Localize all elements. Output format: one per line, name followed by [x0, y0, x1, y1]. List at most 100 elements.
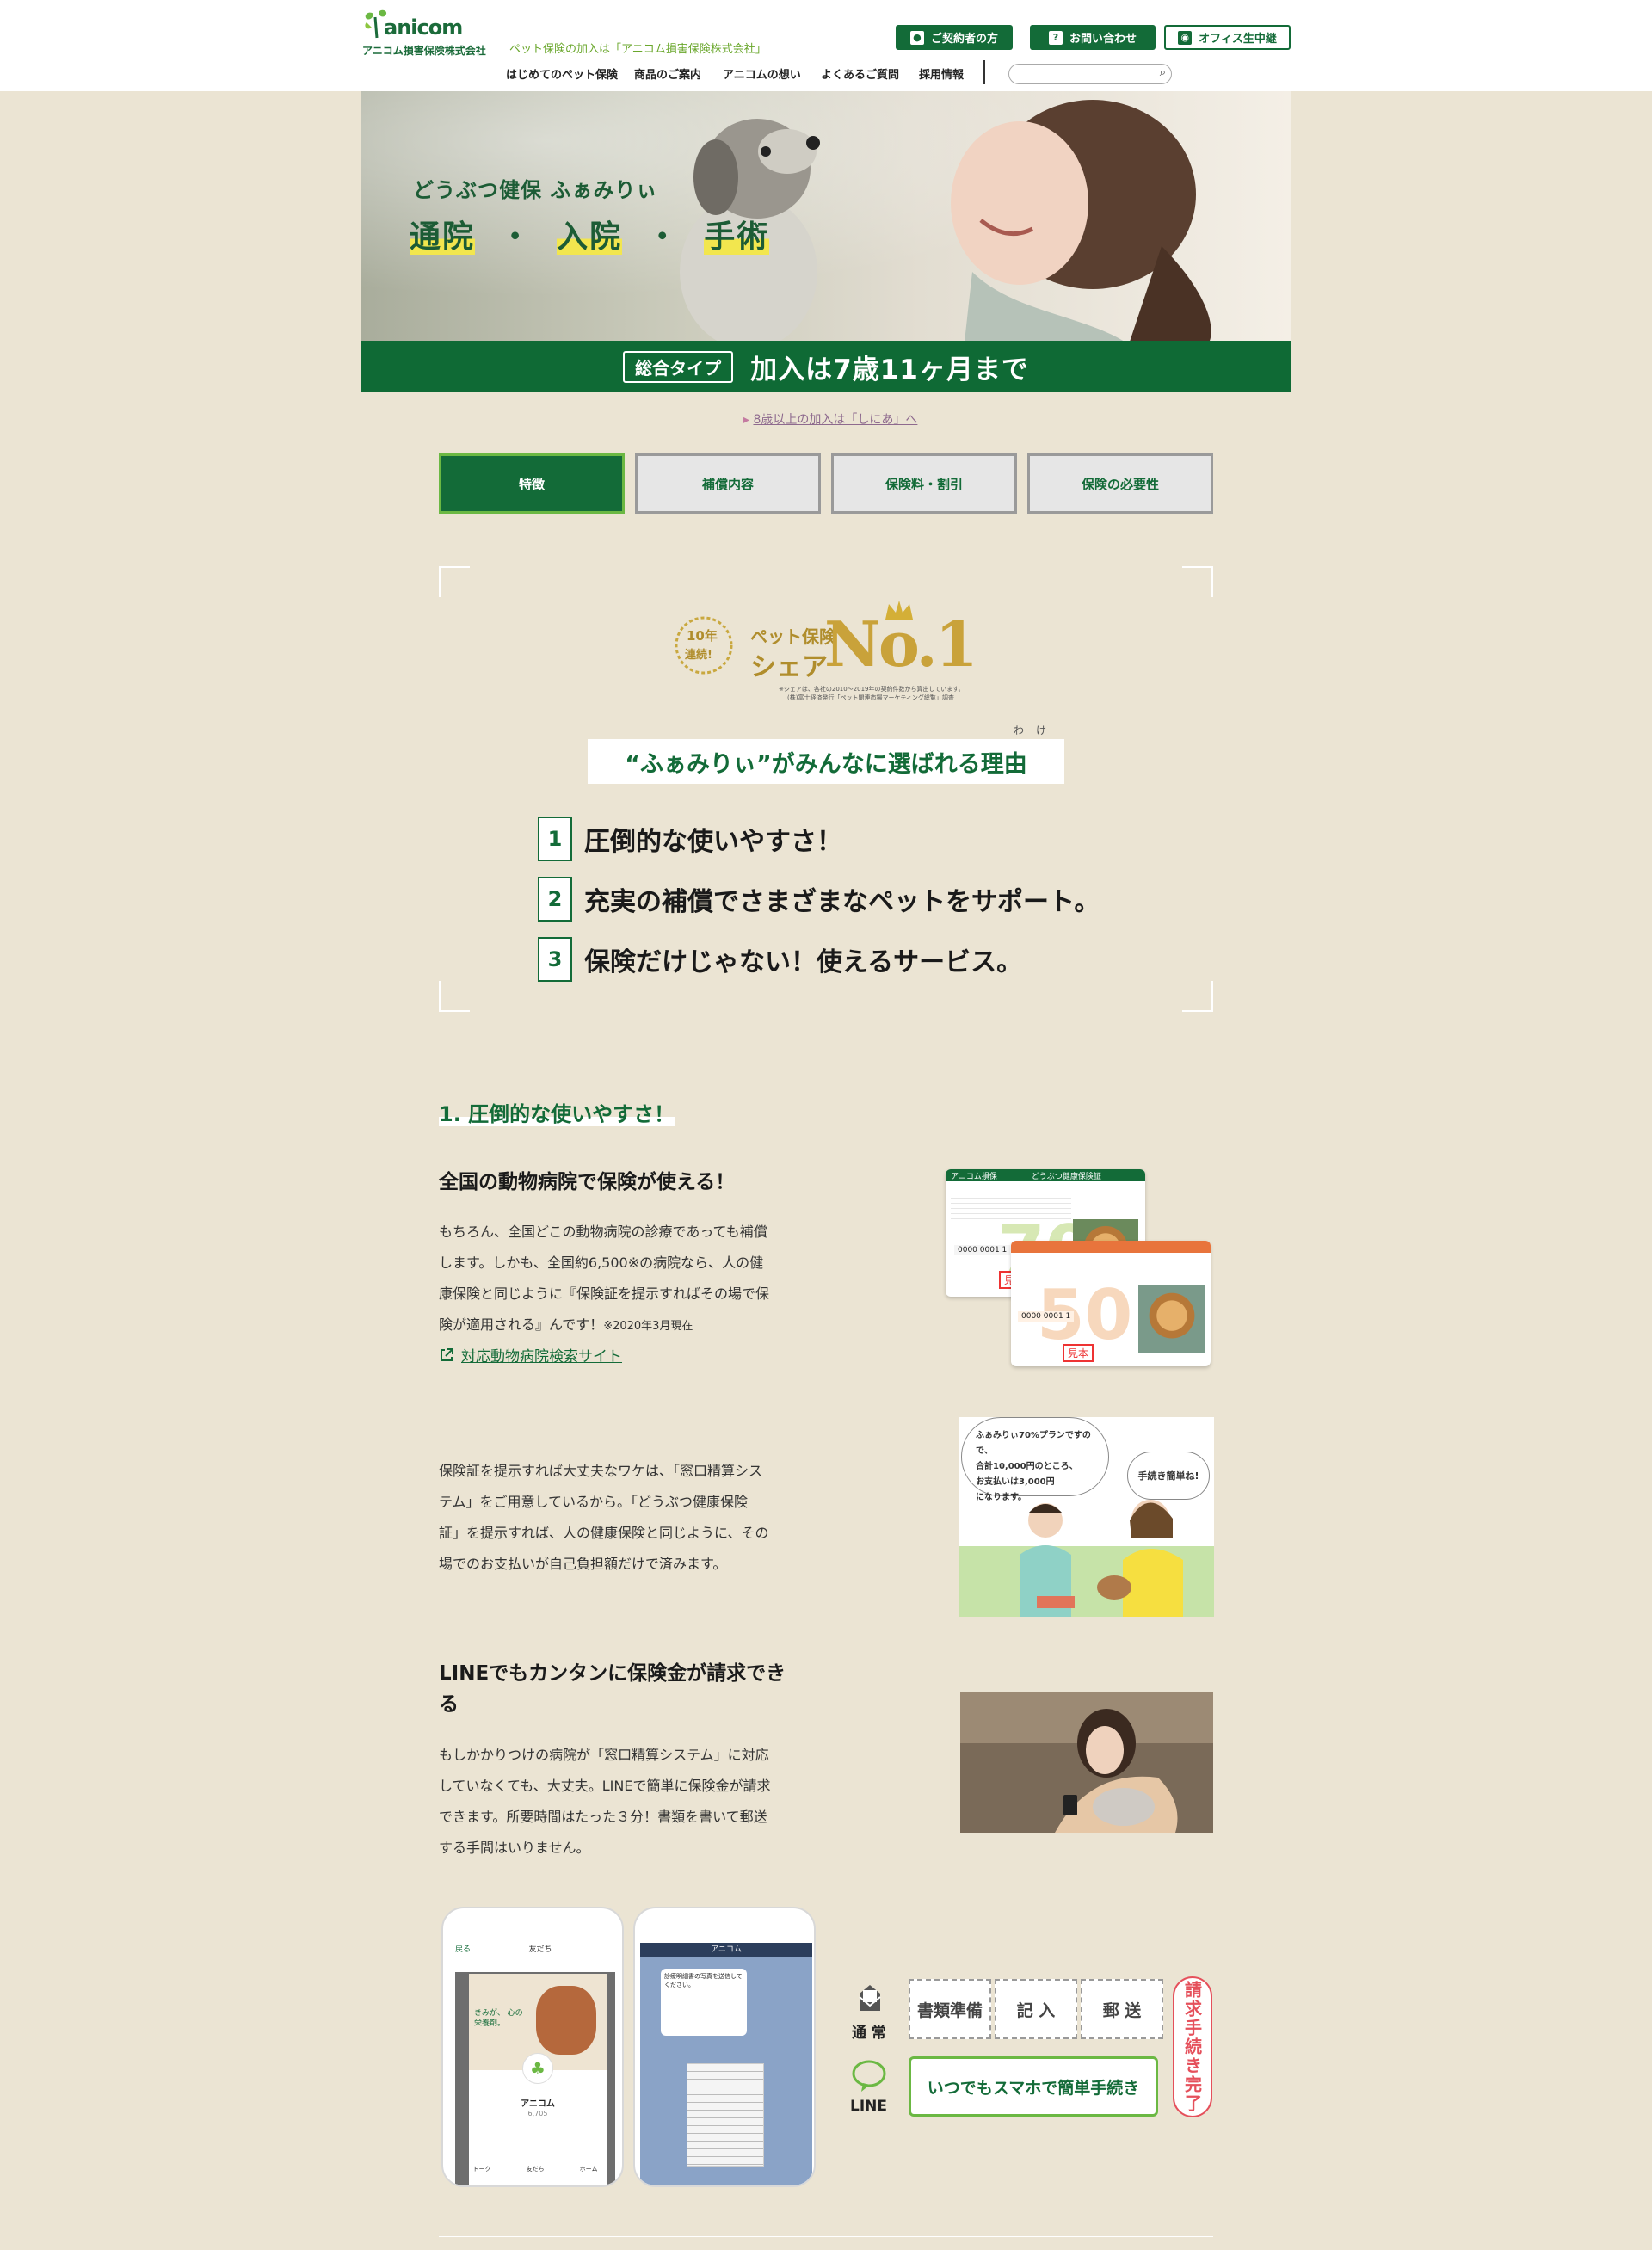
- mail-icon: [859, 1985, 881, 2011]
- contact-button[interactable]: ? お問い合わせ: [1030, 25, 1156, 50]
- card-number: 0000 0001 1: [954, 1245, 1011, 1255]
- block2-body: 保険証を提示すれば大丈夫なワケは、「窓口精算シス テム」をご用意しているから。「…: [439, 1456, 769, 1580]
- phone-chat-header: アニコム: [640, 1943, 812, 1957]
- senior-plan-link[interactable]: ▸ 8歳以上の加入は「しにあ」へ: [743, 410, 917, 428]
- contractor-button-label: ご契約者の方: [930, 33, 998, 46]
- block1-footnote: ※2020年3月現在: [603, 1320, 693, 1333]
- badge-label-pet-insurance: ペット保険: [750, 626, 836, 647]
- hospital-search-link[interactable]: 対応動物病院検索サイト: [439, 1344, 622, 1365]
- nav-products[interactable]: 商品のご案内: [634, 65, 701, 82]
- flow-step: 郵 送: [1081, 1979, 1163, 2039]
- block3-heading: LINEでもカンタンに保険金が請求でき る: [439, 1658, 786, 1720]
- card-title: どうぶつ健康保険証: [1031, 1172, 1101, 1181]
- badge-rank: No.1: [824, 607, 978, 681]
- insurance-card-back: 50 0000 0001 1 見本: [1011, 1241, 1211, 1366]
- flow-step: 書類準備: [909, 1979, 991, 2039]
- phone-nav-home: ホーム: [579, 2166, 598, 2173]
- reasons-heading: “ふぁみりぃ”がみんなに選ばれる理由: [588, 739, 1064, 784]
- card-dog-photo: [1138, 1285, 1205, 1353]
- section-divider: [439, 2236, 1213, 2237]
- reason-text: 圧倒的な使いやすさ！: [584, 827, 842, 857]
- nav-faq[interactable]: よくあるご質問: [821, 65, 899, 82]
- senior-plan-link-label: 8歳以上の加入は「しにあ」へ: [753, 413, 918, 427]
- company-name: アニコム損害保険株式会社: [362, 45, 486, 57]
- frame-corner: [439, 981, 470, 1012]
- claim-complete-label: 請求手続き完了: [1173, 1976, 1212, 2117]
- receipt-photo: [687, 2063, 764, 2167]
- block2-line: 保険証を提示すれば大丈夫なワケは、「窓口精算シス: [439, 1463, 763, 1479]
- reason-number: 3: [538, 937, 572, 982]
- bubble-line: お支払いは3,000円: [976, 1477, 1055, 1487]
- hero-band: 総合タイプ 加入は7歳11ヶ月まで: [361, 341, 1291, 392]
- contractor-button[interactable]: ● ご契約者の方: [896, 25, 1013, 50]
- block1-line: もちろん、全国どこの動物病院の診療であっても補償: [439, 1224, 767, 1240]
- plan-type-tag: 総合タイプ: [623, 350, 734, 383]
- nav-anicom-vision[interactable]: アニコムの想い: [723, 65, 801, 82]
- logo-wordmark[interactable]: anicom: [384, 15, 463, 40]
- flow-line-label: LINE: [850, 2098, 887, 2115]
- card-sample-label: 見本: [1063, 1344, 1094, 1362]
- tab-features[interactable]: 特徴: [439, 453, 625, 514]
- hero-title-outpatient: 通院: [410, 219, 476, 255]
- age-limit: 加入は7歳11ヶ月まで: [750, 354, 1029, 385]
- block3-body: もしかかりつけの病院が「窓口精算システム」に対応 していなくても、大丈夫。LIN…: [439, 1740, 770, 1864]
- card-number: 0000 0001 1: [1018, 1311, 1075, 1322]
- person-icon: ●: [909, 30, 924, 45]
- share-no1-badge: 10年 連続! ペット保険 シェア No.1 ※シェアは、各社の2010〜201…: [671, 597, 1000, 707]
- reason-item[interactable]: 1 圧倒的な使いやすさ！: [538, 817, 842, 861]
- search-input[interactable]: [1016, 65, 1154, 83]
- bubble-line: ふぁみりぃ70%プランですので、: [976, 1431, 1091, 1456]
- block3-line: もしかかりつけの病院が「窓口精算システム」に対応: [439, 1747, 769, 1763]
- phone-header: 友だち: [528, 1945, 552, 1954]
- section-title-text: 1. 圧倒的な使いやすさ！: [439, 1102, 675, 1126]
- anicom-logo-icon: ♣: [522, 2053, 553, 2084]
- tab-premium-discount[interactable]: 保険料・割引: [831, 453, 1017, 514]
- phone-tagline: きみが、 心の栄養剤。: [474, 2009, 523, 2028]
- block1-line: します。しかも、全国約6,500※の病院なら、人の健: [439, 1254, 764, 1271]
- bubble-line: 合計10,000円のところ、: [976, 1462, 1078, 1471]
- frame-corner: [1182, 981, 1213, 1012]
- block3-heading-line: る: [439, 1693, 459, 1716]
- office-live-button[interactable]: ◉ オフィス生中継: [1164, 25, 1291, 50]
- question-icon: ?: [1048, 30, 1063, 45]
- search-box[interactable]: ⌕: [1008, 64, 1172, 84]
- block2-line: テム」をご用意しているから。「どうぶつ健康保険: [439, 1494, 749, 1510]
- hero-title-sep: ・: [499, 219, 533, 255]
- nav-first-pet-insurance[interactable]: はじめてのペット保険: [506, 65, 618, 82]
- block2-line: 証」を提示すれば、人の健康保険と同じように、その: [439, 1525, 769, 1541]
- reason-text: 充実の補償でさまざまなペットをサポート。: [584, 887, 1100, 917]
- tab-necessity[interactable]: 保険の必要性: [1027, 453, 1213, 514]
- badge-years: 10年: [687, 628, 718, 644]
- tab-coverage[interactable]: 補償内容: [635, 453, 821, 514]
- block2-line: 場でのお支払いが自己負担額だけで済みます。: [439, 1556, 727, 1572]
- nav-recruit[interactable]: 採用情報: [919, 65, 964, 82]
- phone-nav-friends: 友だち: [526, 2166, 545, 2173]
- block1-body: もちろん、全国どこの動物病院の診療であっても補償 します。しかも、全国約6,50…: [439, 1217, 769, 1342]
- block1-line: 康保険と同じように『保険証を提示すればその場で保: [439, 1285, 770, 1302]
- external-link-icon: [441, 1347, 453, 1361]
- ruby-text: わけ: [1014, 724, 1059, 737]
- reason-item[interactable]: 3 保険だけじゃない！使えるサービス。: [538, 937, 1022, 982]
- line-easy-procedure-banner: いつでもスマホで簡単手続き: [909, 2056, 1158, 2117]
- office-live-button-label: オフィス生中継: [1199, 33, 1277, 46]
- phone-friend-count: 6,705: [527, 2110, 548, 2117]
- line-chat-screen-mock: アニコム 診療明細書の写真を送信してください。: [633, 1907, 816, 2187]
- phone-chat-message: 診療明細書の写真を送信してください。: [661, 1969, 747, 2036]
- search-icon[interactable]: ⌕: [1160, 66, 1166, 79]
- phone-back-label: 戻る: [455, 1945, 472, 1954]
- woman-with-cat-photo: [960, 1692, 1213, 1833]
- badge-note-2: (株)富士経済発行「ペット関連市場マーケティング総覧」調査: [787, 694, 954, 701]
- bubble-line: になります。: [976, 1493, 1026, 1502]
- hero-title-surgery: 手術: [704, 219, 770, 255]
- woman-photo: [951, 100, 1211, 349]
- clinic-illustration: ふぁみりぃ70%プランですので、 合計10,000円のところ、 お支払いは3,0…: [959, 1417, 1214, 1617]
- owner-speech-bubble: 手続き簡単ね!: [1127, 1452, 1210, 1500]
- reason-item[interactable]: 2 充実の補償でさまざまなペットをサポート。: [538, 877, 1100, 922]
- reason-text: 保険だけじゃない！使えるサービス。: [584, 947, 1023, 977]
- hero-title: 通院 ・ 入院 ・ 手術: [410, 212, 770, 256]
- site-header: anicom アニコム損害保険株式会社 ペット保険の加入は「アニコム損害保険株式…: [0, 0, 1652, 91]
- reason-number: 2: [538, 877, 572, 922]
- frame-corner: [1182, 566, 1213, 597]
- block3-line: していなくても、大丈夫。LINEで簡単に保険金が請求: [439, 1778, 771, 1794]
- block1-heading: 全国の動物病院で保険が使える！: [439, 1171, 736, 1193]
